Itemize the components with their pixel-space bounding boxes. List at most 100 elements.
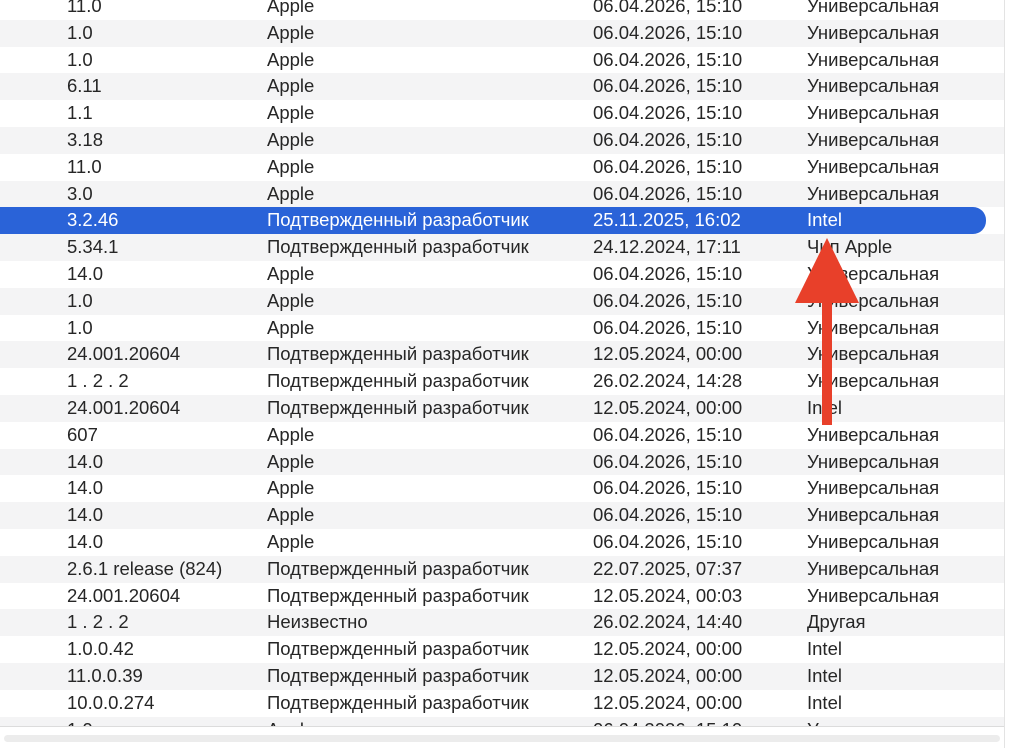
source-cell: Apple <box>267 504 315 526</box>
table-row[interactable]: 14.0 Apple 06.04.2026, 15:10 Универсальная <box>0 502 1004 529</box>
table-row[interactable]: 11.0.0.39 Подтвержденный разработчик 12.05… <box>0 662 1004 690</box>
arch-cell: Универсальная <box>807 48 940 70</box>
source-cell: Подтвержденный разработчик <box>267 584 529 606</box>
version-cell: 11.0 <box>67 0 102 16</box>
source-cell: Apple <box>267 289 315 311</box>
date-cell: 06.04.2026, 15:10 <box>593 128 743 150</box>
table-row[interactable]: 1.0 Apple 06.04.2026, 15:10 Универсальная <box>0 287 1004 315</box>
date-cell: 06.04.2026, 15:10 <box>593 21 743 43</box>
version-cell: 607 <box>67 423 98 445</box>
table-row[interactable]: 1.1 Apple 06.04.2026, 15:10 Универсальная <box>0 100 1004 127</box>
date-cell: 06.04.2026, 15:10 <box>593 102 743 124</box>
table-row[interactable]: 14.0 Apple 06.04.2026, 15:10 Универсальная <box>0 448 1004 476</box>
date-cell: 06.04.2026, 15:10 <box>593 316 743 338</box>
arch-cell: Intel <box>807 664 842 686</box>
date-cell: 06.04.2026, 15:10 <box>593 75 743 97</box>
date-cell: 12.05.2024, 00:00 <box>593 664 743 686</box>
table-row[interactable]: 3.0 Apple 06.04.2026, 15:10 Универсальная <box>0 180 1004 208</box>
table-row[interactable]: 14.0 Apple 06.04.2026, 15:10 Универсальная <box>0 261 1004 288</box>
date-cell: 24.12.2024, 17:11 <box>593 236 741 258</box>
version-cell: 14.0 <box>67 477 104 499</box>
table-row[interactable]: 607 Apple 06.04.2026, 15:10 Универсальная <box>0 422 1004 449</box>
arch-cell: Чип Apple <box>807 236 893 258</box>
arch-cell: Универсальная <box>807 530 940 552</box>
table-row[interactable]: 24.001.20604 Подтвержденный разработчик 12… <box>0 341 1004 369</box>
arch-cell: Универсальная <box>807 370 940 392</box>
vertical-scrollbar[interactable] <box>1004 0 1024 748</box>
date-cell: 06.04.2026, 15:10 <box>593 504 743 526</box>
source-cell: Подтвержденный разработчик <box>267 557 529 579</box>
version-cell: 2.6.1 release (824) <box>67 557 223 579</box>
table-row[interactable]: 14.0 Apple 06.04.2026, 15:10 Универсальная <box>0 475 1004 502</box>
version-cell: 5.34.1 <box>67 236 119 258</box>
arch-cell: Универсальная <box>807 289 940 311</box>
date-cell: 06.04.2026, 15:10 <box>593 48 743 70</box>
version-cell: 3.2.46 <box>67 209 119 231</box>
date-cell: 22.07.2025, 07:37 <box>593 557 743 579</box>
arch-cell: Универсальная <box>807 343 940 365</box>
table-row[interactable]: 14.0 Apple 06.04.2026, 15:10 Универсальная <box>0 529 1004 556</box>
date-cell: 06.04.2026, 15:10 <box>593 155 743 177</box>
version-cell: 3.18 <box>67 128 104 150</box>
table-row[interactable]: 1.0 Apple 06.04.2026, 15:10 Универсальная <box>0 315 1004 342</box>
source-cell: Apple <box>267 75 315 97</box>
arch-cell: Универсальная <box>807 21 940 43</box>
table-row[interactable]: 5.34.1 Подтвержденный разработчик 24.12.20… <box>0 234 1004 261</box>
table-row[interactable]: 3.18 Apple 06.04.2026, 15:10 Универсальная <box>0 126 1004 154</box>
source-cell: Подтвержденный разработчик <box>267 370 529 392</box>
version-cell: 14.0 <box>67 450 104 472</box>
source-cell: Apple <box>267 21 315 43</box>
date-cell: 12.05.2024, 00:00 <box>593 638 743 660</box>
source-cell: Подтвержденный разработчик <box>267 209 529 231</box>
table-row[interactable]: 1.0 Apple 06.04.2026, 15:10 Универсальная <box>0 19 1004 47</box>
version-cell: 10.0.0.274 <box>67 691 155 713</box>
source-cell: Apple <box>267 48 315 70</box>
table-row[interactable]: 1.0.0.42 Подтвержденный разработчик 12.05.… <box>0 636 1004 663</box>
table-row[interactable]: 1 . 2 . 2 Неизвестно 26.02.2024, 14:40 Друг… <box>0 609 1004 637</box>
source-cell: Apple <box>267 477 315 499</box>
arch-cell: Универсальная <box>807 0 940 16</box>
arch-cell: Универсальная <box>807 102 940 124</box>
date-cell: 06.04.2026, 15:10 <box>593 450 743 472</box>
date-cell: 26.02.2024, 14:40 <box>593 611 743 633</box>
version-cell: 1 . 2 . 2 <box>67 611 129 633</box>
arch-cell: Другая <box>807 611 866 633</box>
date-cell: 12.05.2024, 00:00 <box>593 343 743 365</box>
table-row[interactable]: 24.001.20604 Подтвержденный разработчик 12… <box>0 583 1004 610</box>
version-cell: 1.0 <box>67 21 93 43</box>
date-cell: 06.04.2026, 15:10 <box>593 530 743 552</box>
version-cell: 6.11 <box>67 75 102 97</box>
table-row[interactable]: 2.6.1 release (824) Подтвержденный разраб… <box>0 555 1004 583</box>
version-cell: 14.0 <box>67 530 104 552</box>
date-cell: 12.05.2024, 00:00 <box>593 396 743 418</box>
table-row-selected[interactable]: 3.2.46 Подтвержденный разработчик 25.11.20… <box>0 207 986 235</box>
table-row[interactable]: 24.001.20604 Подтвержденный разработчик 12… <box>0 394 1004 422</box>
arch-cell: Универсальная <box>807 504 940 526</box>
arch-cell: Универсальная <box>807 316 940 338</box>
source-cell: Подтвержденный разработчик <box>267 638 529 660</box>
arch-cell: Универсальная <box>807 450 940 472</box>
arch-cell: Intel <box>807 396 842 418</box>
date-cell: 12.05.2024, 00:00 <box>593 691 743 713</box>
table-row[interactable]: 10.0.0.274 Подтвержденный разработчик 12.0… <box>0 690 1004 717</box>
source-cell: Apple <box>267 182 315 204</box>
applications-table: 11.0 Apple 06.04.2026, 15:10 Универсальная 1… <box>0 0 1004 744</box>
source-cell: Apple <box>267 155 315 177</box>
version-cell: 11.0.0.39 <box>67 664 143 686</box>
horizontal-scrollbar-track[interactable] <box>4 735 1000 742</box>
table-row[interactable]: 11.0 Apple 06.04.2026, 15:10 Универсальная <box>0 0 1004 20</box>
table-row[interactable]: 6.11 Apple 06.04.2026, 15:10 Универсальная <box>0 73 1004 101</box>
table-row[interactable]: 11.0 Apple 06.04.2026, 15:10 Универсальная <box>0 154 1004 181</box>
source-cell: Apple <box>267 316 315 338</box>
table-row[interactable]: 1 . 2 . 2 Подтвержденный разработчик 26.02… <box>0 368 1004 395</box>
source-cell: Подтвержденный разработчик <box>267 396 529 418</box>
table-row[interactable]: 1.0 Apple 06.04.2026, 15:10 Универсальная <box>0 47 1004 74</box>
version-cell: 1.0 <box>67 289 93 311</box>
arch-cell: Универсальная <box>807 155 940 177</box>
source-cell: Подтвержденный разработчик <box>267 236 529 258</box>
version-cell: 24.001.20604 <box>67 343 181 365</box>
date-cell: 26.02.2024, 14:28 <box>593 370 743 392</box>
horizontal-scrollbar[interactable] <box>0 726 1004 749</box>
date-cell: 06.04.2026, 15:10 <box>593 477 743 499</box>
arch-cell: Универсальная <box>807 557 940 579</box>
